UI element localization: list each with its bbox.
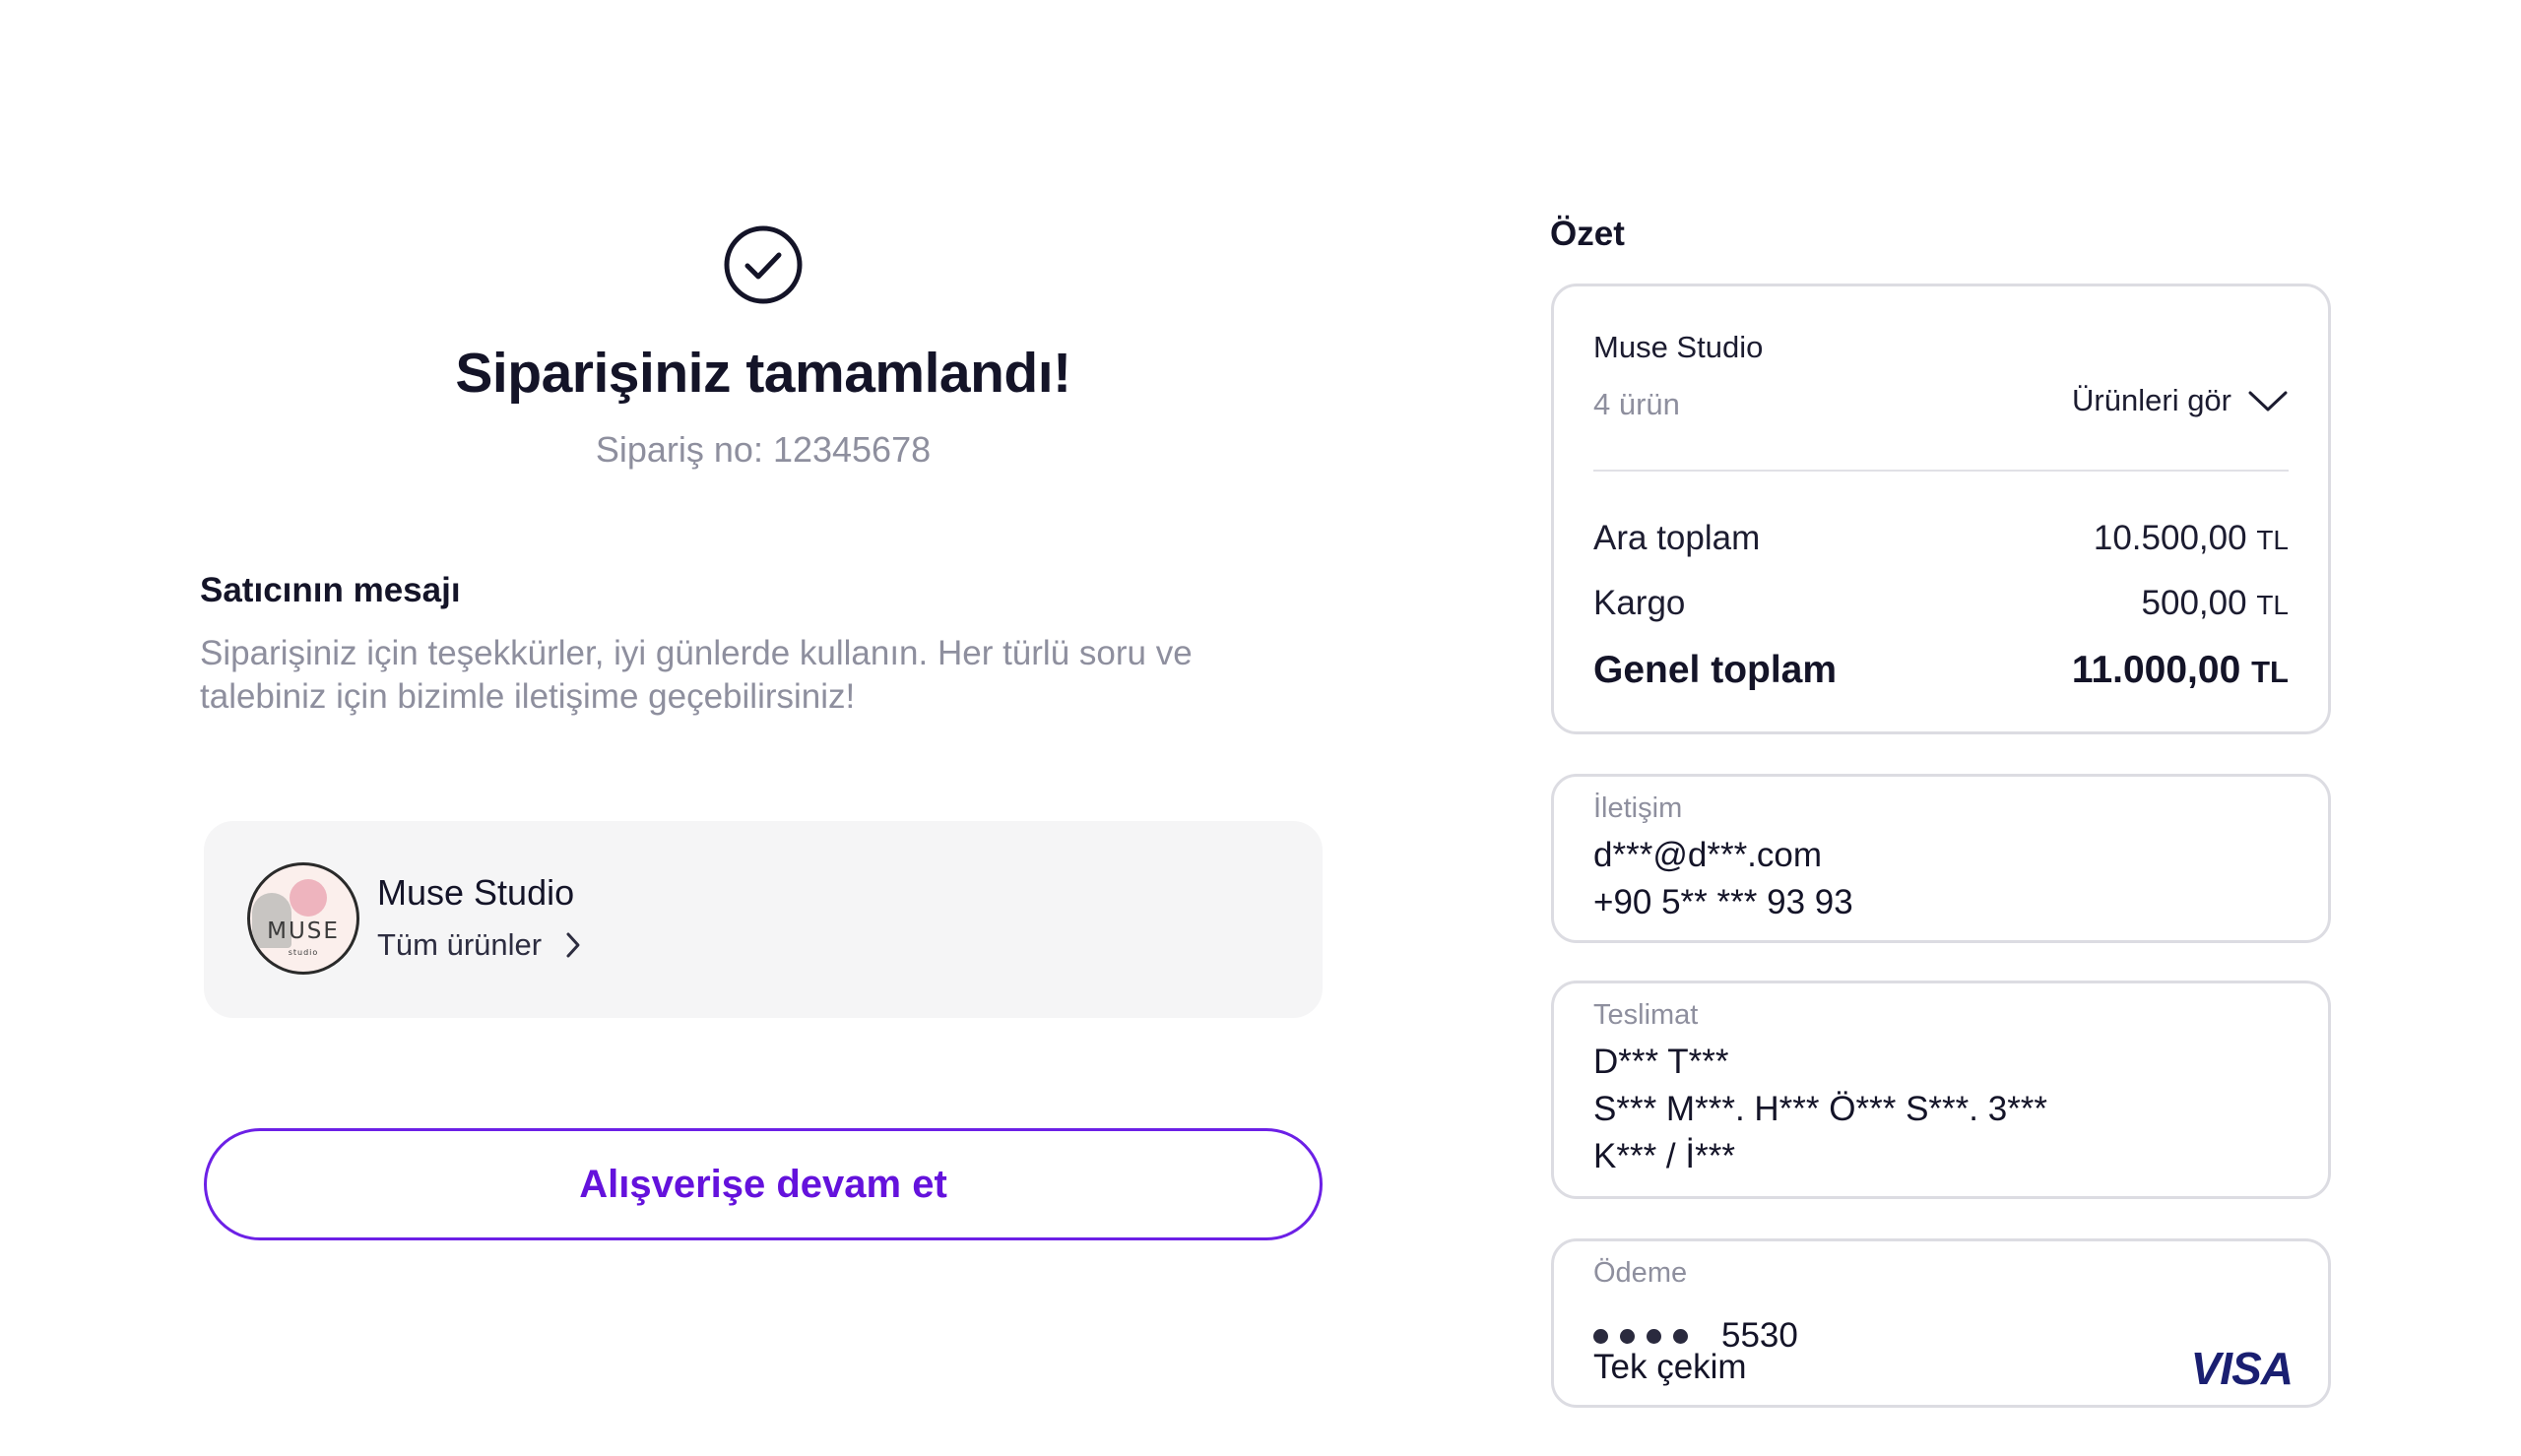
all-products-link[interactable]: Tüm ürünler <box>377 927 581 963</box>
seller-message-title: Satıcının mesajı <box>200 571 461 609</box>
seller-logo-subtext: studio <box>288 948 319 957</box>
view-products-label: Ürünleri gör <box>2072 383 2231 417</box>
shipping-value: 500,00 TL <box>2141 584 2289 622</box>
contact-card: İletişim d***@d***.com +90 5** *** 93 93 <box>1551 774 2331 943</box>
contact-phone: +90 5** *** 93 93 <box>1593 883 1853 921</box>
subtotal-value: 10.500,00 TL <box>2093 519 2289 557</box>
shipping-row: Kargo 500,00 TL <box>1593 584 2289 623</box>
order-number: Sipariş no: 12345678 <box>595 429 932 470</box>
contact-email: d***@d***.com <box>1593 836 1823 874</box>
payment-label: Ödeme <box>1593 1257 1688 1289</box>
subtotal-row: Ara toplam 10.500,00 TL <box>1593 519 2289 558</box>
page-title: Siparişiniz tamamlandı! <box>455 342 1071 405</box>
contact-label: İletişim <box>1593 792 1683 824</box>
summary-heading: Özet <box>1550 215 1625 253</box>
chevron-right-icon <box>566 932 580 958</box>
seller-logo: MUSE studio <box>247 862 359 975</box>
shipping-label: Kargo <box>1593 584 1686 622</box>
payment-card: Ödeme 5530 Tek çekim VISA <box>1551 1238 2331 1408</box>
seller-card[interactable]: MUSE studio Muse Studio Tüm ürünler <box>204 821 1323 1018</box>
continue-shopping-button[interactable]: Alışverişe devam et <box>204 1128 1323 1240</box>
check-circle-icon <box>724 225 803 304</box>
seller-message-body: Siparişiniz için teşekkürler, iyi günler… <box>200 634 1193 716</box>
seller-logo-text: MUSE <box>267 918 340 944</box>
seller-name: Muse Studio <box>377 872 575 913</box>
delivery-city: K*** / İ*** <box>1593 1137 1735 1175</box>
grand-total-value: 11.000,00 TL <box>2071 649 2289 691</box>
chevron-down-icon <box>2248 391 2288 411</box>
delivery-card: Teslimat D*** T*** S*** M***. H*** Ö*** … <box>1551 981 2331 1199</box>
delivery-address: S*** M***. H*** Ö*** S***. 3*** <box>1593 1090 2048 1128</box>
delivery-name: D*** T*** <box>1593 1043 1729 1081</box>
grand-total-row: Genel toplam 11.000,00 TL <box>1593 649 2289 692</box>
summary-shop-name: Muse Studio <box>1593 330 1764 364</box>
subtotal-label: Ara toplam <box>1593 519 1761 557</box>
confirmation-panel: Siparişiniz tamamlandı! Sipariş no: 1234… <box>0 0 1536 1456</box>
summary-card: Muse Studio 4 ürün Ürünleri gör Ara topl… <box>1551 284 2331 734</box>
summary-divider <box>1593 470 2289 472</box>
visa-logo-icon: VISA <box>2190 1343 2294 1394</box>
view-products-toggle[interactable]: Ürünleri gör <box>2072 383 2289 418</box>
grand-total-label: Genel toplam <box>1593 649 1838 691</box>
all-products-label: Tüm ürünler <box>377 927 543 962</box>
installment-type: Tek çekim <box>1593 1348 1747 1386</box>
summary-item-count: 4 ürün <box>1593 387 1680 421</box>
delivery-label: Teslimat <box>1593 999 1699 1031</box>
